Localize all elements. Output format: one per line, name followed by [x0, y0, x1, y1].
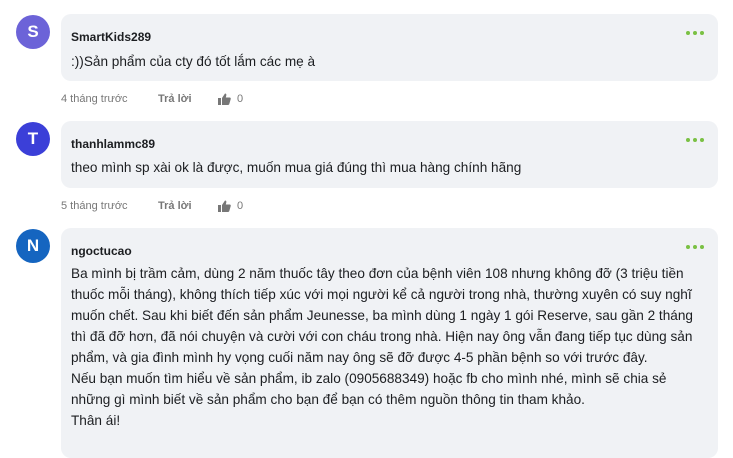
- comment-username[interactable]: ngoctucao: [71, 244, 132, 258]
- like-button[interactable]: 0: [218, 93, 243, 105]
- comment-line: muốn chết. Sau khi biết đến sản phẩm Jeu…: [71, 308, 693, 323]
- comment-text: Ba mình bị trầm cảm, dùng 2 năm thuốc tâ…: [71, 263, 704, 431]
- comment-username[interactable]: thanhlammc89: [71, 137, 155, 151]
- more-options-icon[interactable]: [686, 245, 704, 249]
- like-count: 0: [237, 200, 244, 212]
- comment-bubble: ngoctucao Ba mình bị trầm cảm, dùng 2 nă…: [61, 228, 718, 458]
- comment-time: 4 tháng trước: [61, 93, 128, 105]
- comment-line: thuốc mỗi tháng), không thích tiếp xúc v…: [71, 287, 692, 302]
- comment-bubble: SmartKids289 :))Sản phẩm của cty đó tốt …: [61, 14, 718, 81]
- comment-line: :))Sản phẩm của cty đó tốt lắm các mẹ à: [71, 54, 316, 69]
- comment-line: Thân ái!: [71, 413, 121, 428]
- more-options-icon[interactable]: [686, 31, 704, 35]
- comment-actions: 4 tháng trước Trả lời 0: [61, 91, 243, 107]
- comment-line: phẩm, và gia đình mình hy vọng cuối năm …: [71, 350, 648, 365]
- comment-username[interactable]: SmartKids289: [71, 30, 151, 44]
- comment-line: theo mình sp xài ok là được, muốn mua gi…: [71, 160, 522, 175]
- thumbs-up-icon: [218, 93, 231, 105]
- avatar[interactable]: T: [16, 122, 50, 156]
- reply-button[interactable]: Trả lời: [158, 200, 218, 212]
- thumbs-up-icon: [218, 200, 231, 212]
- comment-text: theo mình sp xài ok là được, muốn mua gi…: [71, 157, 704, 178]
- comment-bubble: thanhlammc89 theo mình sp xài ok là được…: [61, 121, 718, 188]
- like-count: 0: [237, 93, 244, 105]
- reply-button[interactable]: Trả lời: [158, 93, 218, 105]
- avatar[interactable]: N: [16, 229, 50, 263]
- comment-time: 5 tháng trước: [61, 200, 128, 212]
- avatar[interactable]: S: [16, 15, 50, 49]
- comment-line: những gì mình biết về sản phẩm cho bạn đ…: [71, 392, 585, 407]
- like-button[interactable]: 0: [218, 200, 243, 212]
- comment-line: thì đã đỡ hơn, đã nói chuyện và cười với…: [71, 329, 693, 344]
- comment-line: Nếu bạn muốn tìm hiểu về sản phẩm, ib za…: [71, 371, 667, 386]
- comment-line: Ba mình bị trầm cảm, dùng 2 năm thuốc tâ…: [71, 266, 684, 281]
- more-options-icon[interactable]: [686, 138, 704, 142]
- comment-text: :))Sản phẩm của cty đó tốt lắm các mẹ à: [71, 51, 704, 72]
- comment-actions: 5 tháng trước Trả lời 0: [61, 198, 243, 214]
